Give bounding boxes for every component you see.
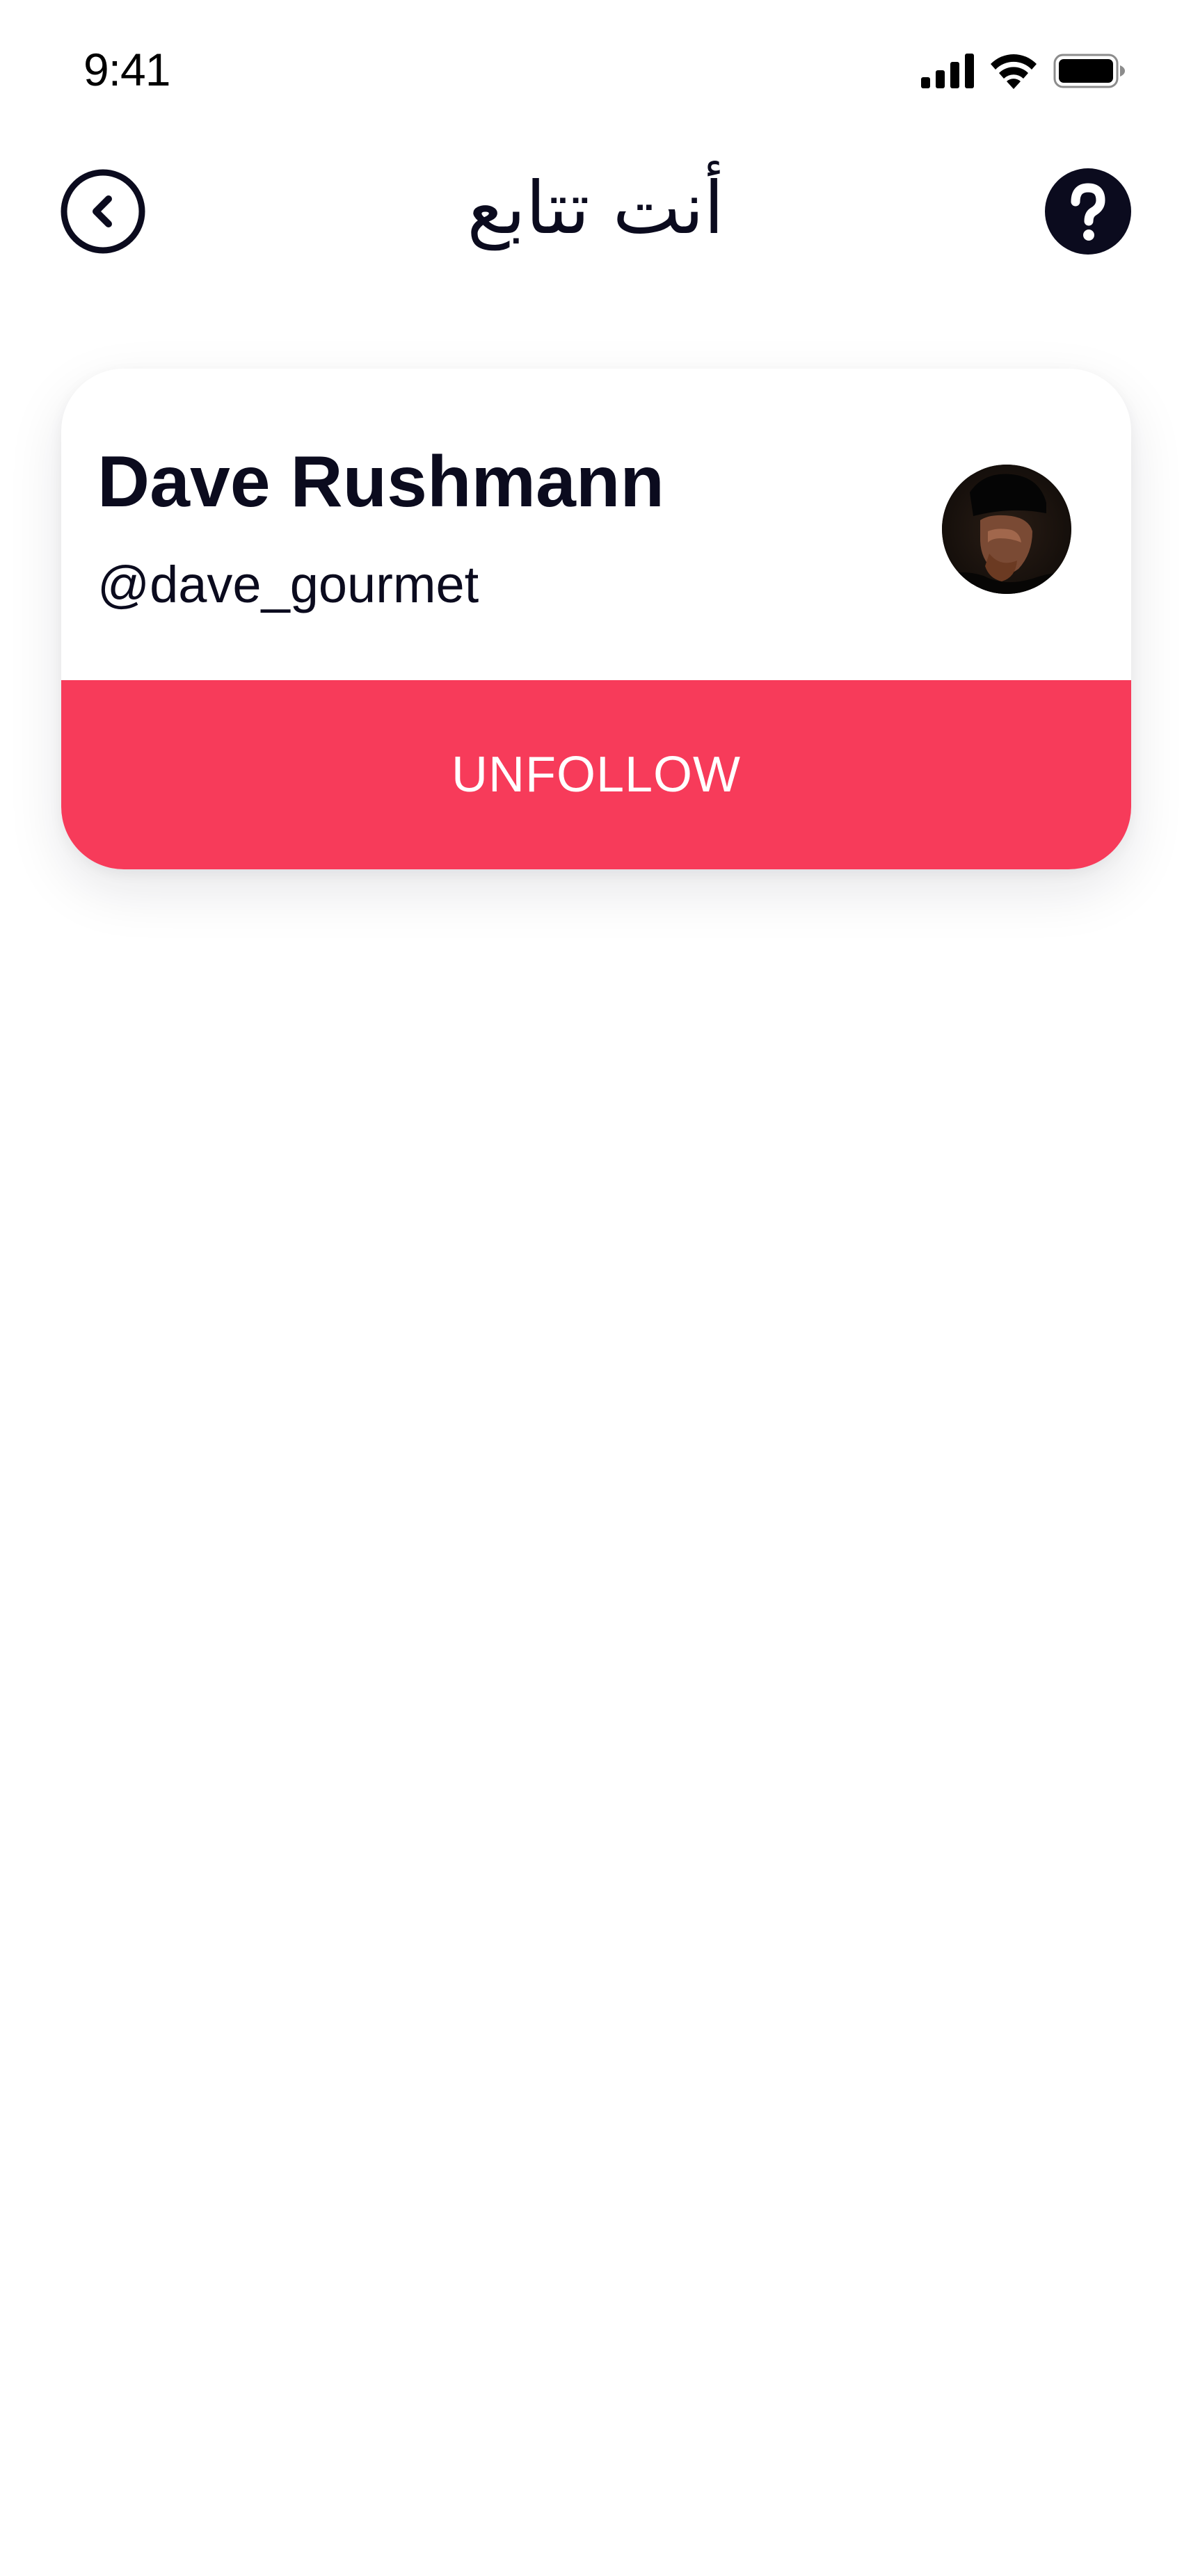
status-icons [921, 53, 1126, 89]
header: أنت تتابع [0, 160, 1191, 271]
following-card: Dave Rushmann @dave_gourmet UNFOLLOW [61, 369, 1131, 869]
wifi-icon [991, 54, 1037, 89]
battery-icon [1053, 54, 1125, 88]
cellular-signal-icon [921, 54, 974, 88]
status-time: 9:41 [83, 44, 170, 95]
avatar-photo [942, 465, 1071, 594]
avatar[interactable] [942, 465, 1071, 594]
question-circle-icon [1045, 168, 1131, 255]
help-button[interactable] [1045, 168, 1131, 255]
user-info[interactable]: Dave Rushmann @dave_gourmet [61, 369, 1131, 680]
unfollow-button[interactable]: UNFOLLOW [61, 680, 1131, 869]
user-name: Dave Rushmann [97, 442, 664, 522]
user-handle: @dave_gourmet [97, 556, 479, 613]
page-title: أنت تتابع [467, 166, 724, 250]
status-bar: 9:41 [0, 0, 1191, 139]
